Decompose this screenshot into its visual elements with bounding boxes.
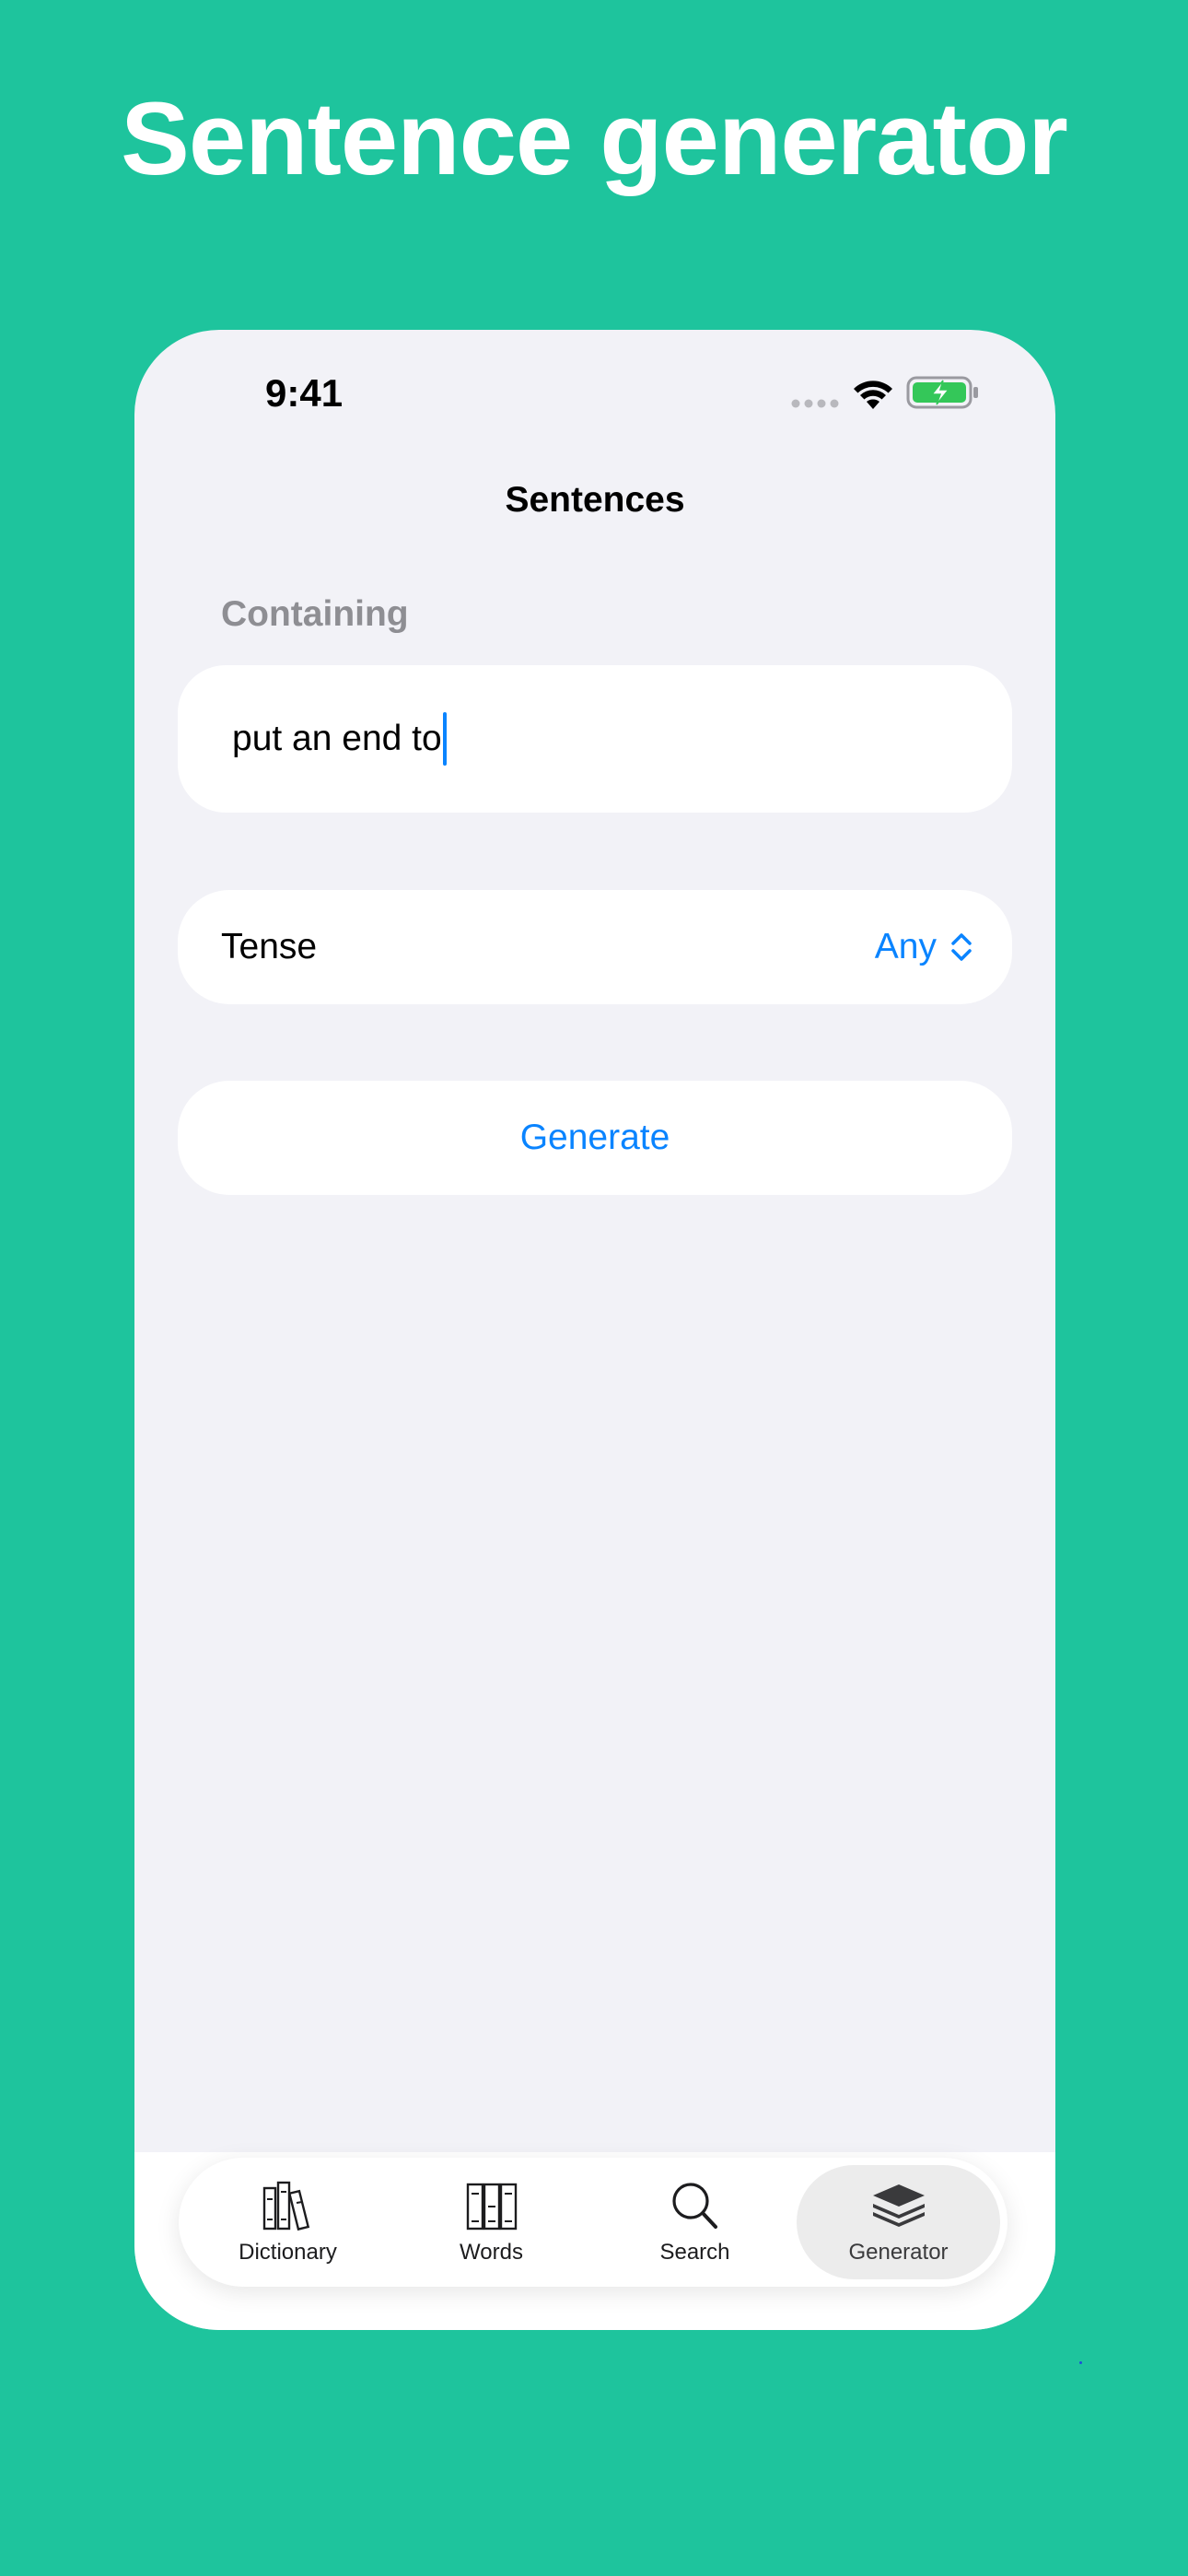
- containing-input[interactable]: put an end to: [178, 665, 1012, 813]
- books-icon: [262, 2181, 309, 2231]
- signal-dots-icon: [791, 399, 839, 408]
- tab-search[interactable]: Search: [593, 2165, 797, 2279]
- tab-generator[interactable]: Generator: [797, 2165, 1000, 2279]
- battery-charging-icon: [906, 376, 978, 409]
- stack-icon: [872, 2184, 925, 2227]
- tab-label: Dictionary: [239, 2240, 337, 2265]
- tense-picker-row[interactable]: Tense Any: [178, 890, 1012, 1004]
- tab-words[interactable]: Words: [390, 2165, 593, 2279]
- tab-dictionary[interactable]: Dictionary: [186, 2165, 390, 2279]
- containing-label: Containing: [221, 594, 409, 634]
- nav-title: Sentences: [505, 480, 685, 520]
- generate-label: Generate: [519, 1118, 670, 1157]
- tab-label: Words: [460, 2240, 523, 2265]
- text-caret: [442, 712, 447, 766]
- tense-value: Any: [874, 927, 937, 966]
- tab-bar: Dictionary Words Search Generator: [179, 2158, 1007, 2287]
- phone-screen: 9:41 Sentences Containing put an end to …: [134, 330, 1055, 2330]
- magnifier-icon: [671, 2183, 717, 2229]
- tab-label: Search: [659, 2240, 730, 2265]
- corner-dot: [1079, 2361, 1082, 2364]
- headline: Sentence generator: [121, 81, 1068, 196]
- status-time: 9:41: [265, 371, 344, 415]
- generate-button[interactable]: Generate: [178, 1081, 1012, 1195]
- binders-icon: [466, 2183, 517, 2231]
- tense-picker[interactable]: Any: [875, 927, 973, 967]
- tab-label: Generator: [848, 2240, 949, 2265]
- wifi-icon: [854, 381, 892, 409]
- tab-bar-area: Dictionary Words Search Generator: [134, 2152, 1055, 2330]
- tense-label: Tense: [221, 927, 318, 966]
- chevron-up-down-icon: [951, 933, 972, 961]
- containing-input-value: put an end to: [232, 719, 442, 758]
